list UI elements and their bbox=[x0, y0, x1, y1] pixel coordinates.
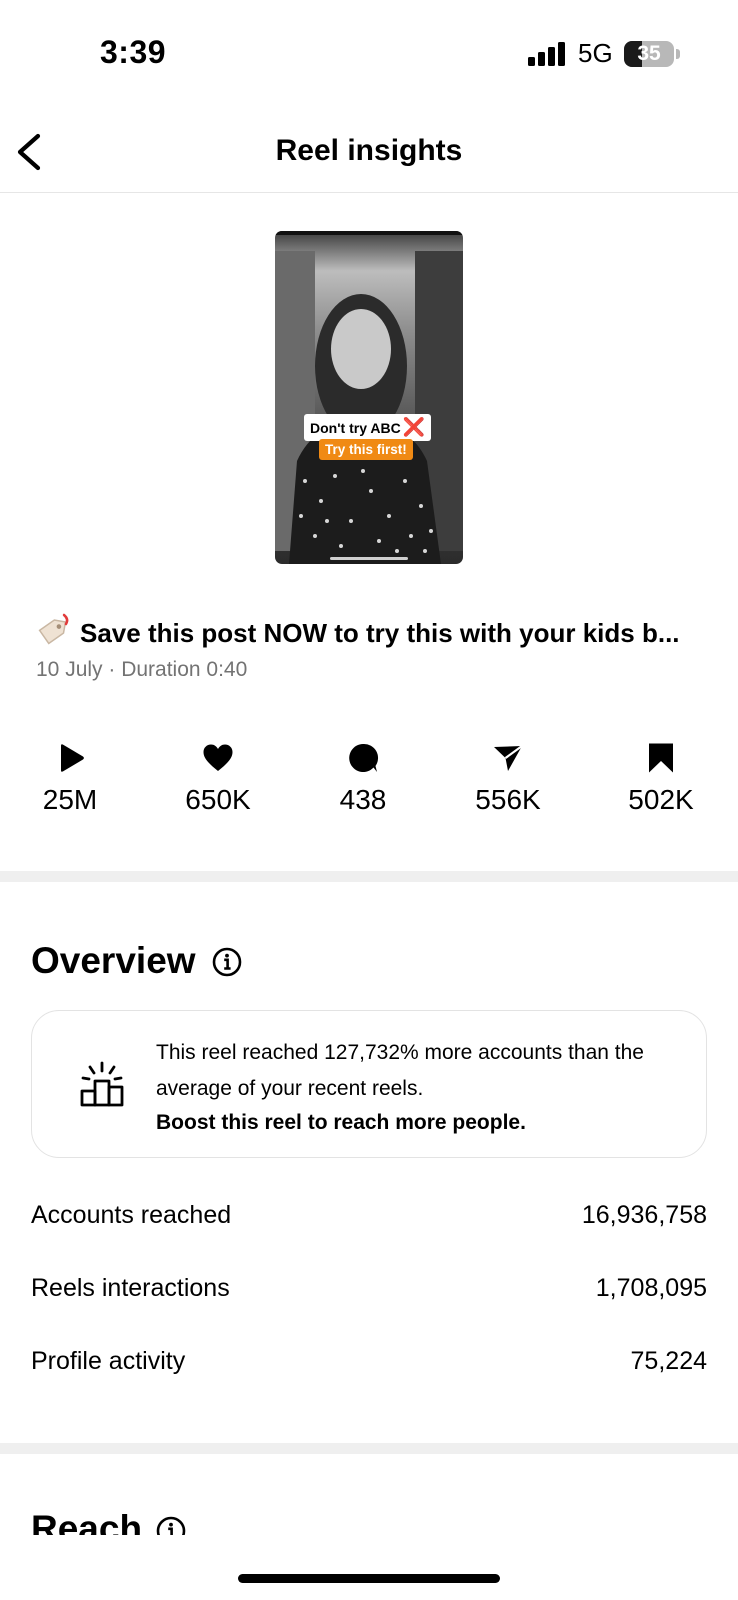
reel-sticker-text: Don't try ABC ❌ bbox=[304, 414, 432, 441]
accounts-reached-value: 16,936,758 bbox=[581, 1201, 707, 1229]
reels-interactions-label: Reels interactions bbox=[31, 1274, 230, 1302]
stat-value: 556K bbox=[475, 784, 541, 815]
thumbnail-bottom-bar bbox=[330, 557, 408, 560]
header-divider bbox=[0, 192, 738, 193]
reel-thumbnail[interactable]: Don't try ABC ❌ Try this first! bbox=[275, 231, 463, 564]
cellular-signal-icon bbox=[528, 42, 565, 66]
thumbnail-top-bar bbox=[275, 231, 463, 235]
battery-icon: 35 bbox=[624, 41, 674, 67]
heart-icon bbox=[203, 744, 233, 771]
stat-value: 502K bbox=[628, 784, 694, 815]
stat-value: 25M bbox=[42, 784, 98, 815]
cross-mark-icon: ❌ bbox=[402, 417, 426, 437]
stat-likes: 650K bbox=[158, 742, 278, 816]
stat-plays: 25M bbox=[10, 742, 130, 816]
stat-saves: 502K bbox=[601, 742, 721, 816]
overview-card-text: This reel reached 127,732% more accounts… bbox=[156, 1041, 644, 1100]
stat-value: 650K bbox=[185, 784, 251, 815]
share-icon bbox=[494, 745, 523, 771]
info-icon[interactable] bbox=[212, 947, 242, 977]
accounts-reached-label: Accounts reached bbox=[31, 1201, 232, 1229]
section-divider bbox=[0, 871, 738, 882]
section-divider bbox=[0, 1443, 738, 1454]
reels-interactions-value: 1,708,095 bbox=[595, 1274, 707, 1302]
reel-caption: Save this post NOW to try this with your… bbox=[80, 618, 680, 648]
play-icon bbox=[61, 744, 84, 772]
boost-reel-link[interactable]: Boost this reel to reach more people. bbox=[156, 1111, 526, 1135]
stat-shares: 556K bbox=[448, 742, 568, 816]
reel-meta: 10 July · Duration 0:40 bbox=[36, 658, 248, 681]
overview-title: Overview bbox=[31, 940, 196, 981]
home-indicator[interactable] bbox=[238, 1574, 500, 1583]
status-time: 3:39 bbox=[100, 34, 167, 70]
comment-icon bbox=[349, 743, 379, 772]
profile-activity-label: Profile activity bbox=[31, 1347, 186, 1375]
battery-percent: 35 bbox=[637, 42, 661, 65]
reel-person-image bbox=[275, 251, 463, 564]
stat-value: 438 bbox=[339, 784, 387, 815]
battery-cap bbox=[676, 49, 680, 59]
bookmark-icon bbox=[649, 743, 673, 773]
network-type: 5G bbox=[578, 38, 613, 68]
page-title: Reel insights bbox=[275, 134, 463, 167]
profile-activity-value: 75,224 bbox=[630, 1347, 707, 1375]
reel-sticker-cta: Try this first! bbox=[319, 439, 413, 460]
podium-icon bbox=[80, 1061, 124, 1107]
label-tag-icon bbox=[38, 613, 69, 645]
stat-comments: 438 bbox=[303, 742, 423, 816]
bottom-safe-area bbox=[0, 1535, 738, 1600]
